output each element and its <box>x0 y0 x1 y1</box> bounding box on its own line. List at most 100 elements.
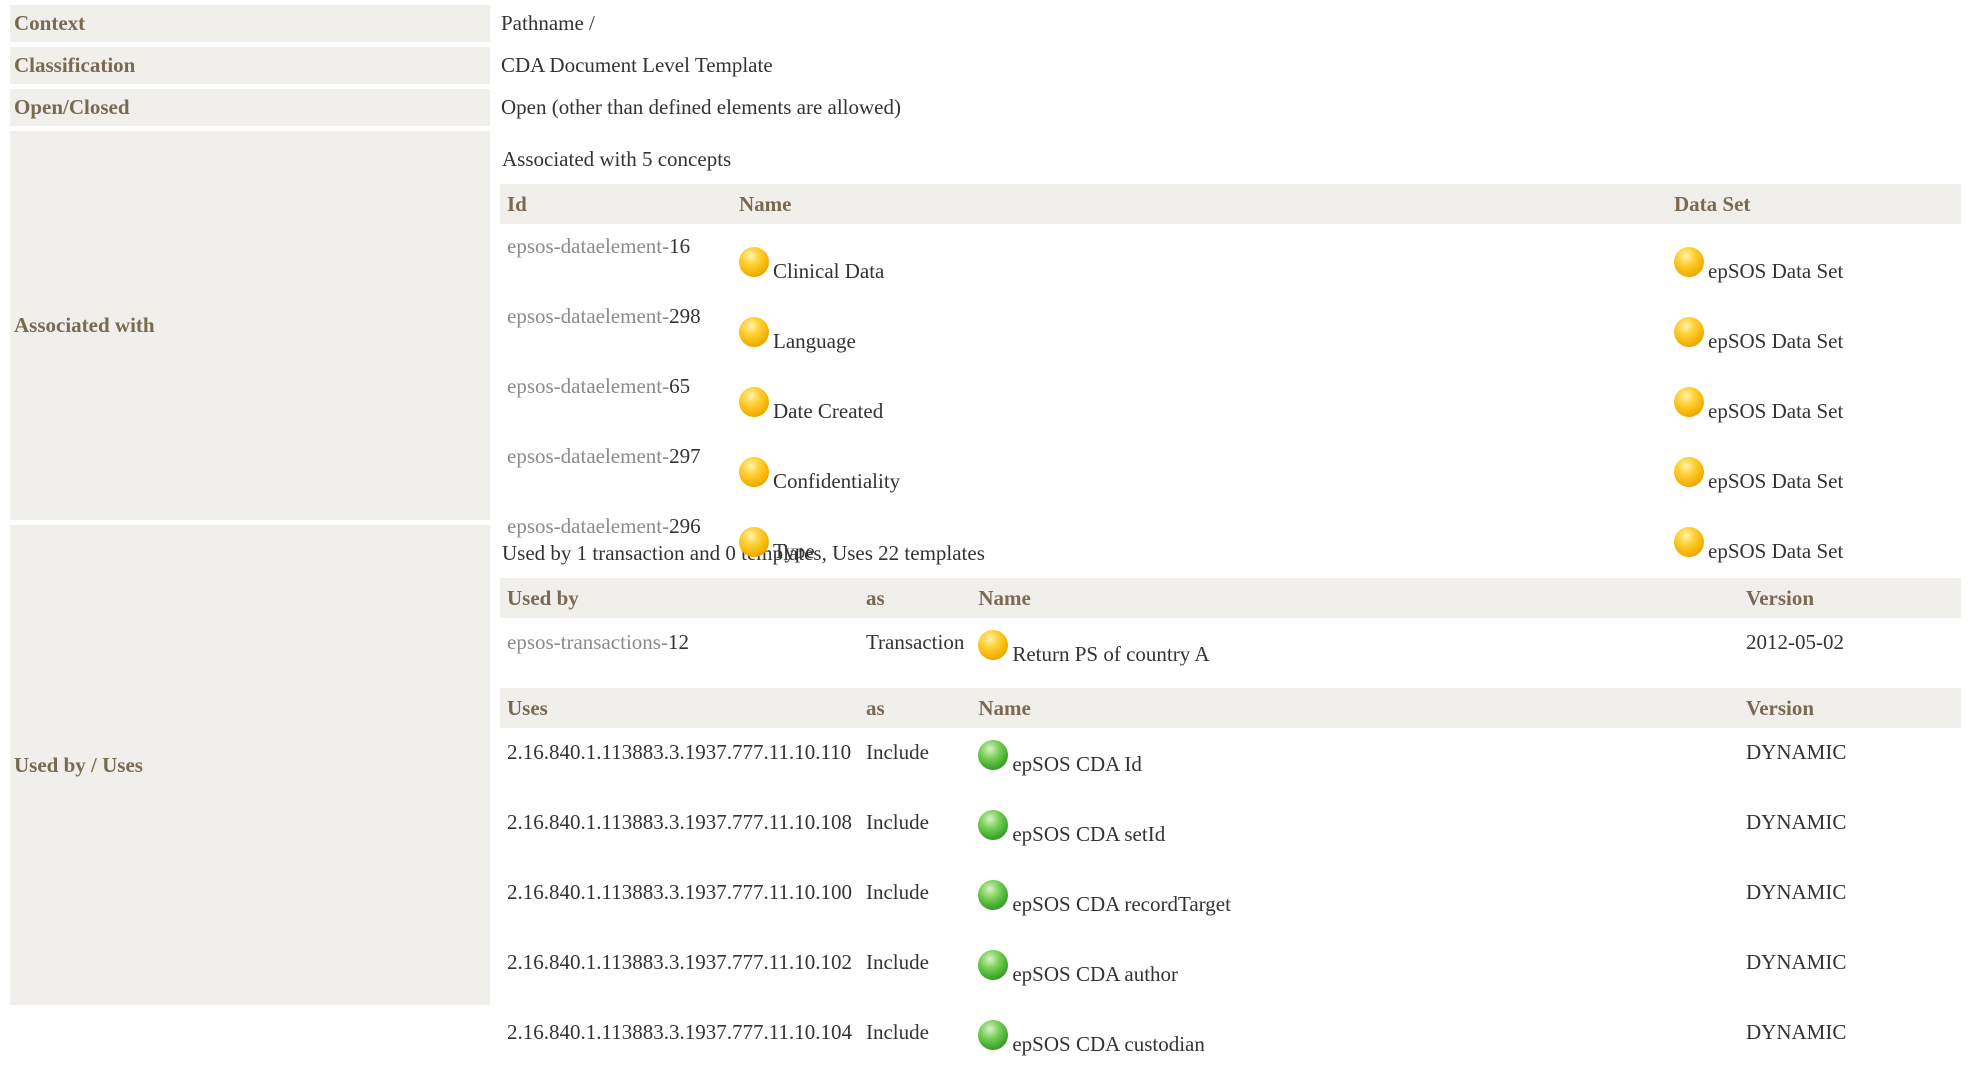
orange-ball-icon <box>739 246 769 277</box>
dataset-name-text: epSOS Data Set <box>1708 328 1844 353</box>
orange-ball-icon <box>739 316 769 347</box>
concept-name[interactable]: Language <box>732 294 1667 364</box>
concept-id-prefix: epsos-dataelement- <box>507 444 670 468</box>
used-by-header-row: Used by as Name Version <box>500 578 1961 618</box>
name-header: Name <box>971 578 1739 618</box>
used-by-uses-row: Used by / Uses Used by 1 transaction and… <box>10 525 1982 1056</box>
concept-name[interactable]: Date Created <box>732 364 1667 434</box>
associated-table-row: epsos-dataelement-65 Date Created epSOS Da… <box>500 364 1961 434</box>
context-value: Pathname / <box>501 11 595 35</box>
as-header: as <box>858 688 972 728</box>
uses-as: Include <box>865 810 929 834</box>
template-name[interactable]: epSOS CDA custodian <box>971 1008 1739 1078</box>
classification-row: Classification CDA Document Level Templa… <box>10 47 1982 84</box>
dataset-name-text: epSOS Data Set <box>1708 258 1844 283</box>
dataset-header: Data Set <box>1667 184 1961 224</box>
concept-dataset[interactable]: epSOS Data Set <box>1667 294 1961 364</box>
uses-row: 2.16.840.1.113883.3.1937.777.11.10.110 In… <box>500 728 1961 798</box>
green-ball-icon <box>978 740 1009 770</box>
orange-ball-icon <box>1674 456 1704 487</box>
used-by-header: Used by <box>500 578 859 618</box>
template-name-text: epSOS CDA author <box>1012 962 1179 986</box>
template-name-text: epSOS CDA setId <box>1012 822 1166 846</box>
concept-id-prefix: epsos-dataelement- <box>507 304 670 328</box>
template-version: DYNAMIC <box>1746 880 1847 904</box>
concept-id-number: 65 <box>669 374 691 398</box>
classification-label: Classification <box>10 47 490 84</box>
id-header: Id <box>500 184 732 224</box>
concept-name[interactable]: Confidentiality <box>732 434 1667 504</box>
transaction-name[interactable]: Return PS of country A <box>971 618 1739 688</box>
green-ball-icon <box>978 880 1009 910</box>
uses-row: 2.16.840.1.113883.3.1937.777.11.10.100 In… <box>500 868 1961 938</box>
orange-ball-icon <box>1674 246 1704 277</box>
template-name-text: epSOS CDA Id <box>1012 752 1142 776</box>
orange-ball-icon <box>739 456 769 487</box>
template-name[interactable]: epSOS CDA author <box>971 938 1739 1008</box>
as-header: as <box>858 578 972 618</box>
template-id[interactable]: 2.16.840.1.113883.3.1937.777.11.10.102 <box>500 938 859 1008</box>
concept-id-number: 297 <box>669 444 701 468</box>
uses-as: Include <box>865 740 929 764</box>
concept-dataset[interactable]: epSOS Data Set <box>1667 364 1961 434</box>
uses-as: Include <box>865 1020 929 1044</box>
template-name[interactable]: epSOS CDA Id <box>971 728 1739 798</box>
template-id[interactable]: 2.16.840.1.113883.3.1937.777.11.10.110 <box>500 728 859 798</box>
orange-ball-icon <box>978 630 1009 660</box>
associated-value: Associated with 5 concepts Id Name Data … <box>490 131 1982 563</box>
template-id[interactable]: 2.16.840.1.113883.3.1937.777.11.10.104 <box>500 1008 859 1078</box>
concept-id[interactable]: epsos-dataelement-298 <box>500 294 732 364</box>
template-name-text: epSOS CDA custodian <box>1012 1032 1205 1056</box>
template-name[interactable]: epSOS CDA setId <box>971 798 1739 868</box>
concept-id[interactable]: epsos-dataelement-16 <box>500 224 732 294</box>
open-closed-row: Open/Closed Open (other than defined ele… <box>10 89 1982 126</box>
concept-id-number: 16 <box>669 234 691 258</box>
classification-value: CDA Document Level Template <box>501 53 773 77</box>
used-by-intro: Used by 1 transaction and 0 templates, U… <box>502 541 985 565</box>
transaction-version: 2012-05-02 <box>1746 630 1844 654</box>
template-id[interactable]: 2.16.840.1.113883.3.1937.777.11.10.100 <box>500 868 859 938</box>
associated-table-row: epsos-dataelement-298 Language epSOS Data … <box>500 294 1961 364</box>
context-row: Context Pathname / <box>10 5 1982 42</box>
concept-dataset[interactable]: epSOS Data Set <box>1667 434 1961 504</box>
orange-ball-icon <box>1674 316 1704 347</box>
used-by-uses-value: Used by 1 transaction and 0 templates, U… <box>490 525 1982 1056</box>
uses-row: 2.16.840.1.113883.3.1937.777.11.10.104 In… <box>500 1008 1961 1078</box>
orange-ball-icon <box>1674 526 1704 557</box>
uses-as: Include <box>865 950 929 974</box>
version-header: Version <box>1739 688 1961 728</box>
concept-dataset[interactable]: epSOS Data Set <box>1667 224 1961 294</box>
transaction-id[interactable]: epsos-transactions-12 <box>500 618 859 688</box>
version-header: Version <box>1739 578 1961 618</box>
associated-intro: Associated with 5 concepts <box>502 147 732 171</box>
uses-as: Include <box>865 880 929 904</box>
orange-ball-icon <box>739 526 769 557</box>
concept-id[interactable]: epsos-dataelement-65 <box>500 364 732 434</box>
orange-ball-icon <box>739 386 769 417</box>
concept-name-text: Language <box>773 328 856 353</box>
concept-id-prefix: epsos-dataelement- <box>507 374 670 398</box>
green-ball-icon <box>978 810 1009 840</box>
green-ball-icon <box>978 1020 1009 1050</box>
uses-header: Uses <box>500 688 859 728</box>
uses-row: 2.16.840.1.113883.3.1937.777.11.10.102 In… <box>500 938 1961 1008</box>
concept-id[interactable]: epsos-dataelement-297 <box>500 434 732 504</box>
concept-name[interactable]: Clinical Data <box>732 224 1667 294</box>
concept-id-number: 298 <box>669 304 701 328</box>
template-version: DYNAMIC <box>1746 740 1847 764</box>
template-id[interactable]: 2.16.840.1.113883.3.1937.777.11.10.108 <box>500 798 859 868</box>
name-header: Name <box>732 184 1667 224</box>
associated-table-row: epsos-dataelement-16 Clinical Data epSOS D… <box>500 224 1961 294</box>
template-name-text: epSOS CDA recordTarget <box>1012 892 1231 916</box>
template-version: DYNAMIC <box>1746 950 1847 974</box>
transaction-name-text: Return PS of country A <box>1012 642 1210 666</box>
template-name[interactable]: epSOS CDA recordTarget <box>971 868 1739 938</box>
concept-name-text: Confidentiality <box>773 468 901 493</box>
used-by-uses-label: Used by / Uses <box>10 525 490 1005</box>
associated-header-row: Id Name Data Set <box>500 184 1961 224</box>
associated-table: Id Name Data Set epsos-dataelement-16 Cli… <box>500 184 1961 574</box>
associated-table-row: epsos-dataelement-297 Confidentiality epSO… <box>500 434 1961 504</box>
template-details: Context Pathname / Classification CDA Do… <box>10 5 1982 1056</box>
concept-name-text: Date Created <box>773 398 884 423</box>
open-closed-label: Open/Closed <box>10 89 490 126</box>
